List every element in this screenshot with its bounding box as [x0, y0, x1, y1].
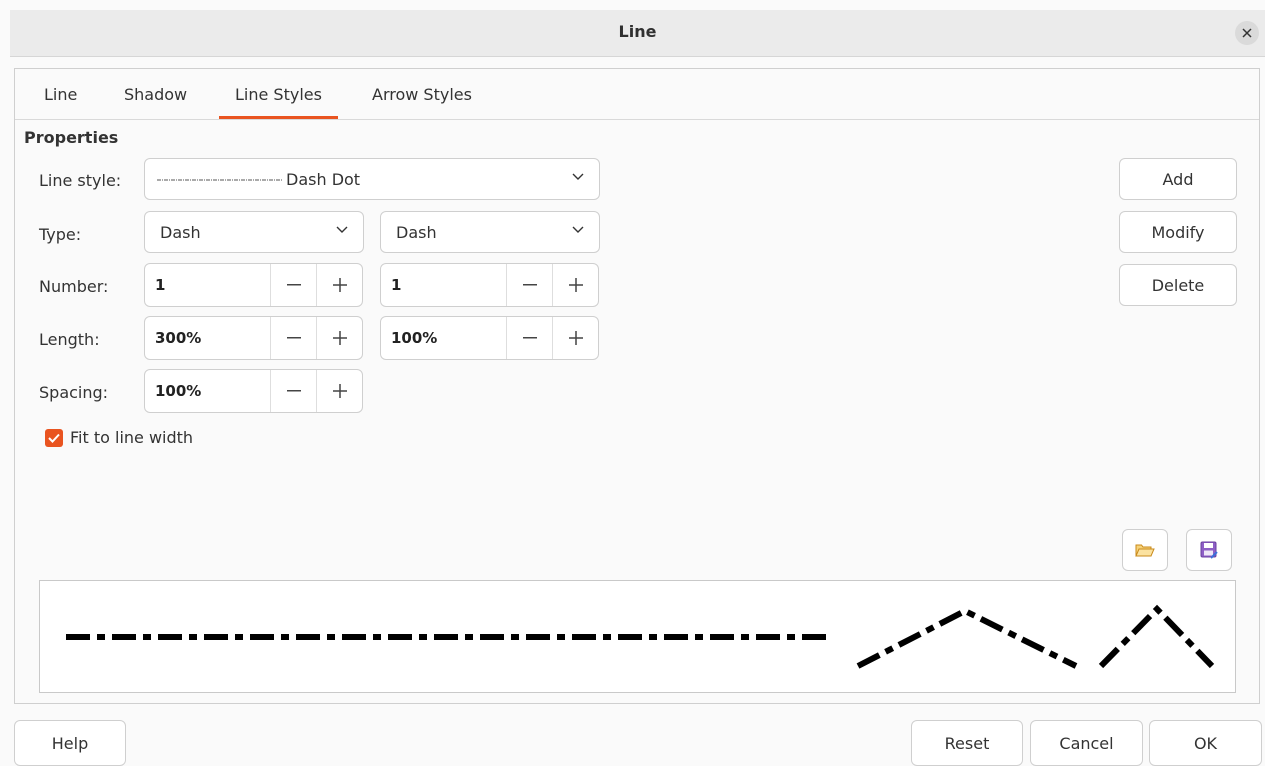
number-spinbox-2[interactable]: 1 [380, 263, 599, 307]
plus-icon [333, 278, 347, 292]
chevron-down-icon [572, 226, 584, 233]
modify-button[interactable]: Modify [1119, 211, 1237, 253]
help-button[interactable]: Help [14, 720, 126, 766]
cancel-button[interactable]: Cancel [1030, 720, 1143, 766]
spacing-value: 100% [155, 382, 202, 400]
tab-bar: Line Shadow Line Styles Arrow Styles [15, 69, 1259, 120]
minus-icon [287, 337, 301, 339]
plus-icon [569, 331, 583, 345]
tab-line[interactable]: Line [44, 85, 77, 104]
dash-dot-sample-icon [157, 179, 283, 181]
line-style-label: Line style: [39, 171, 122, 190]
type-label: Type: [39, 225, 82, 244]
length-value-1: 300% [155, 329, 202, 347]
type-value-1: Dash [160, 223, 201, 242]
length-increment-button-2[interactable] [552, 317, 599, 359]
length-increment-button-1[interactable] [316, 317, 363, 359]
type-dropdown-2[interactable]: Dash [380, 211, 600, 253]
preview-lines [66, 604, 1215, 669]
line-style-dropdown[interactable]: Dash Dot [144, 158, 600, 200]
add-button[interactable]: Add [1119, 158, 1237, 200]
number-label: Number: [39, 277, 109, 296]
plus-icon [333, 384, 347, 398]
properties-heading: Properties [24, 128, 119, 147]
number-value-2: 1 [391, 276, 402, 294]
minus-icon [287, 284, 301, 286]
close-icon [1242, 28, 1252, 38]
save-line-styles-button[interactable] [1186, 529, 1232, 571]
number-field-1[interactable]: 1 [145, 264, 269, 306]
number-field-2[interactable]: 1 [381, 264, 505, 306]
number-spinbox-1[interactable]: 1 [144, 263, 363, 307]
checkmark-icon [48, 433, 60, 443]
load-line-styles-button[interactable] [1122, 529, 1168, 571]
preview-zigzag-line-1 [856, 607, 1078, 669]
length-label: Length: [39, 330, 100, 349]
line-style-value: Dash Dot [286, 170, 361, 189]
number-value-1: 1 [155, 276, 166, 294]
fit-to-line-width-label[interactable]: Fit to line width [70, 428, 193, 447]
spacing-label: Spacing: [39, 383, 109, 402]
type-dropdown-1[interactable]: Dash [144, 211, 364, 253]
length-spinbox-2[interactable]: 100% [380, 316, 599, 360]
spacing-spinbox[interactable]: 100% [144, 369, 363, 413]
tab-shadow[interactable]: Shadow [124, 85, 187, 104]
number-increment-button-1[interactable] [316, 264, 363, 306]
length-field-1[interactable]: 300% [145, 317, 269, 359]
spacing-increment-button[interactable] [316, 370, 363, 412]
number-decrement-button-1[interactable] [270, 264, 317, 306]
spacing-field[interactable]: 100% [145, 370, 269, 412]
length-decrement-button-1[interactable] [270, 317, 317, 359]
title-bar: Line [10, 10, 1265, 57]
number-increment-button-2[interactable] [552, 264, 599, 306]
window-title: Line [618, 22, 657, 41]
preview-zigzag-line-2 [1098, 604, 1215, 669]
fit-to-line-width-checkbox[interactable] [45, 429, 63, 447]
reset-button[interactable]: Reset [911, 720, 1023, 766]
close-button[interactable] [1235, 21, 1259, 45]
open-folder-icon [1135, 544, 1155, 557]
length-value-2: 100% [391, 329, 438, 347]
minus-icon [523, 337, 537, 339]
minus-icon [287, 390, 301, 392]
line-style-preview [39, 580, 1236, 693]
minus-icon [523, 284, 537, 286]
tab-arrow-styles[interactable]: Arrow Styles [372, 85, 472, 104]
length-decrement-button-2[interactable] [506, 317, 553, 359]
number-decrement-button-2[interactable] [506, 264, 553, 306]
delete-button[interactable]: Delete [1119, 264, 1237, 306]
type-value-2: Dash [396, 223, 437, 242]
chevron-down-icon [572, 173, 584, 180]
chevron-down-icon [336, 226, 348, 233]
ok-button[interactable]: OK [1149, 720, 1262, 766]
save-icon [1200, 541, 1218, 559]
tab-line-styles[interactable]: Line Styles [219, 85, 338, 119]
plus-icon [569, 278, 583, 292]
length-spinbox-1[interactable]: 300% [144, 316, 363, 360]
length-field-2[interactable]: 100% [381, 317, 505, 359]
plus-icon [333, 331, 347, 345]
spacing-decrement-button[interactable] [270, 370, 317, 412]
